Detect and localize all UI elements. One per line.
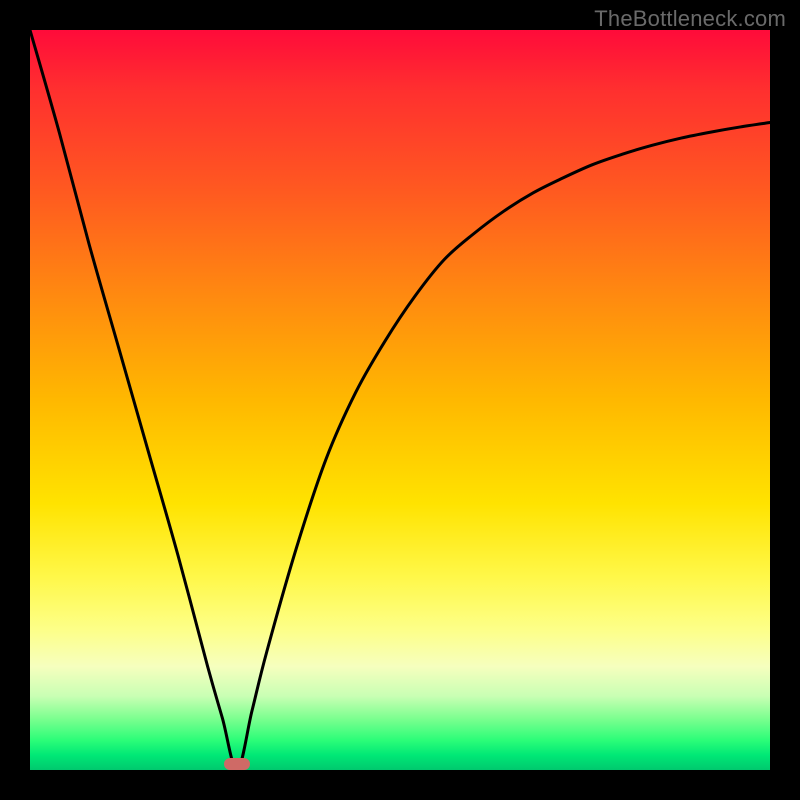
chart-frame: TheBottleneck.com <box>0 0 800 800</box>
bottleneck-curve-path <box>30 30 770 770</box>
chart-curve-svg <box>30 30 770 770</box>
chart-plot-area <box>30 30 770 770</box>
watermark-text: TheBottleneck.com <box>594 6 786 32</box>
optimal-point-marker <box>224 758 250 770</box>
